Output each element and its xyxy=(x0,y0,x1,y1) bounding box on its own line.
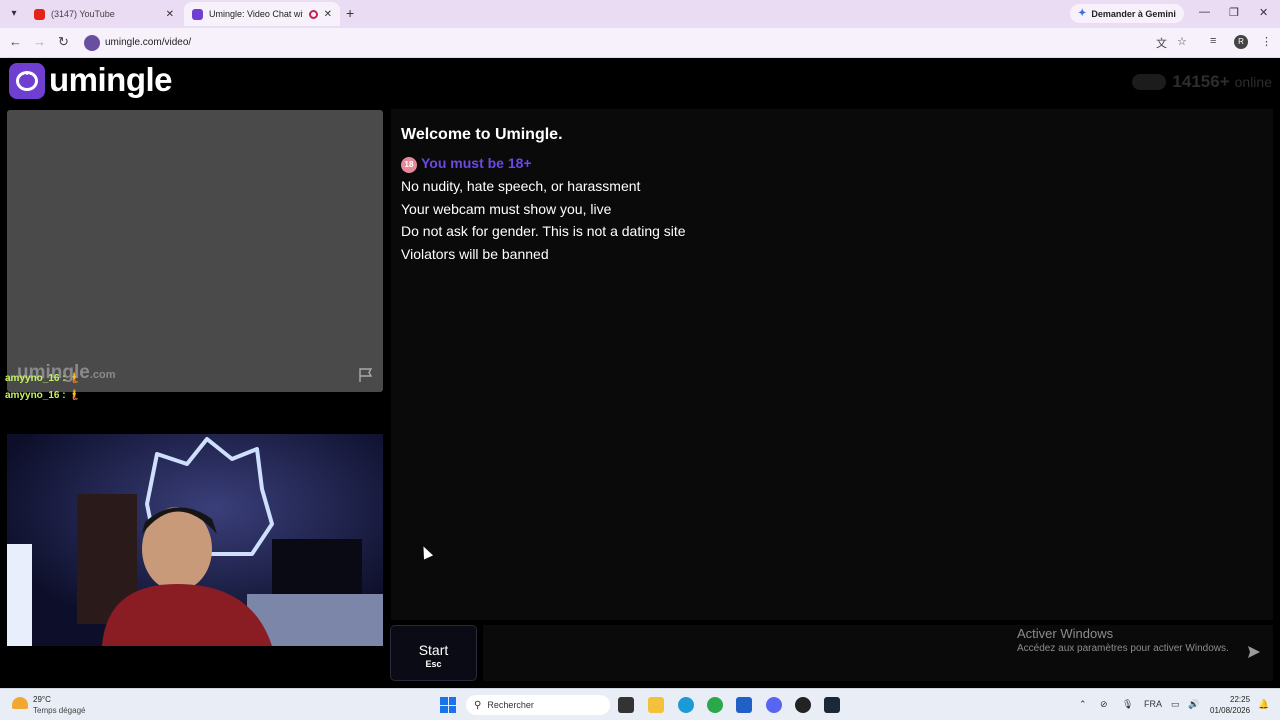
tab-youtube[interactable]: (3147) YouTube ✕ xyxy=(26,2,182,26)
windows-start-icon[interactable] xyxy=(440,697,456,713)
weather-icon[interactable] xyxy=(12,697,28,709)
tab-umingle[interactable]: Umingle: Video Chat with S ✕ xyxy=(184,2,340,26)
gemini-button[interactable]: ✦ Demander à Gemini xyxy=(1070,4,1184,23)
rule-item: Violators will be banned xyxy=(401,246,549,262)
logo-text[interactable]: umingle xyxy=(49,61,173,99)
umingle-logo-icon[interactable] xyxy=(9,63,45,99)
chrome-icon[interactable] xyxy=(707,697,723,713)
search-icon: ⚲ xyxy=(474,699,482,711)
webcam-feed-image xyxy=(7,434,383,646)
browser-menu-icon[interactable]: ⋮ xyxy=(1261,35,1272,48)
weather-description[interactable]: Temps dégagé xyxy=(33,706,85,715)
forward-arrow-icon[interactable]: → xyxy=(33,34,46,49)
task-view-icon[interactable] xyxy=(618,697,634,713)
close-tab-icon[interactable]: ✕ xyxy=(166,9,174,20)
umingle-page: umingle 14156+ online umingle.com amyyno… xyxy=(0,58,1280,688)
activation-title: Activer Windows xyxy=(1017,626,1114,641)
recording-indicator-icon xyxy=(308,9,318,19)
rule-item: Your webcam must show you, live xyxy=(401,201,612,217)
steam-icon[interactable] xyxy=(824,697,840,713)
edge-icon[interactable] xyxy=(678,697,694,713)
store-icon[interactable] xyxy=(736,697,752,713)
close-window-icon[interactable]: ✕ xyxy=(1259,6,1268,19)
chat-message: amyyno_16 : 🧜 xyxy=(5,390,81,401)
url-field[interactable]: umingle.com/video/ xyxy=(105,37,191,48)
chat-message: amyyno_16 : 🧜 xyxy=(5,373,81,384)
activation-subtitle: Accédez aux paramètres pour activer Wind… xyxy=(1017,643,1229,654)
send-icon[interactable] xyxy=(1247,645,1261,659)
gemini-label: Demander à Gemini xyxy=(1091,8,1176,19)
taskbar-search[interactable]: ⚲ Rechercher xyxy=(466,695,610,715)
search-placeholder: Rechercher xyxy=(487,700,534,710)
display-icon[interactable]: ▭ xyxy=(1171,699,1180,710)
translate-icon[interactable]: 文 xyxy=(1156,35,1167,51)
welcome-title: Welcome to Umingle. xyxy=(401,126,563,143)
start-label: Start xyxy=(418,642,449,658)
notification-bell-icon[interactable]: 🔔 xyxy=(1258,699,1269,710)
rule-item: No nudity, hate speech, or harassment xyxy=(401,178,641,194)
reload-icon[interactable]: ↻ xyxy=(58,34,69,50)
minimize-icon[interactable]: — xyxy=(1199,6,1210,18)
windows-taskbar: 29°C Temps dégagé ⚲ Rechercher ⌃ ⊘ 🎙 FRA… xyxy=(0,688,1280,720)
network-off-icon[interactable]: ⊘ xyxy=(1100,699,1108,710)
report-flag-icon[interactable] xyxy=(358,367,374,383)
umingle-favicon-icon xyxy=(192,8,203,20)
tab-search-chevron-icon[interactable]: ▾ xyxy=(6,6,22,22)
windows-activation-watermark: Activer Windows Accédez aux paramètres p… xyxy=(1017,626,1229,654)
online-label: online xyxy=(1234,74,1272,90)
profile-avatar[interactable]: R xyxy=(1234,35,1248,49)
online-count: 14156+ xyxy=(1172,72,1230,91)
site-info-icon[interactable] xyxy=(84,35,100,51)
obs-icon[interactable] xyxy=(795,697,811,713)
age-18-icon: 18 xyxy=(401,157,417,173)
tray-overflow-icon[interactable]: ⌃ xyxy=(1079,699,1087,710)
language-indicator[interactable]: FRA xyxy=(1144,699,1162,709)
start-button[interactable]: Start Esc xyxy=(390,625,477,681)
theme-toggle[interactable] xyxy=(1132,74,1167,90)
stranger-video: umingle.com xyxy=(7,110,383,392)
new-tab-button[interactable]: + xyxy=(346,5,354,21)
tab-title: Umingle: Video Chat with S xyxy=(209,9,303,19)
welcome-panel: Welcome to Umingle. 18 You must be 18+ No… xyxy=(391,109,1273,620)
start-shortcut-key: Esc xyxy=(425,659,442,669)
system-clock[interactable]: 22:25 01/08/2026 xyxy=(1210,694,1250,716)
media-control-icon[interactable]: ≡ xyxy=(1210,35,1216,47)
online-indicator: 14156+ online xyxy=(1132,72,1272,92)
chat-log: amyyno_16 : 🧜 amyyno_16 : 🧜 xyxy=(5,373,81,407)
bookmark-star-icon[interactable]: ☆ xyxy=(1177,35,1187,48)
browser-tab-bar: ▾ (3147) YouTube ✕ Umingle: Video Chat w… xyxy=(0,0,1280,28)
discord-icon[interactable] xyxy=(766,697,782,713)
address-bar: ← → ↻ umingle.com/video/ 文 ☆ ≡ ⋮ xyxy=(0,28,1280,58)
restore-icon[interactable]: ❐ xyxy=(1229,6,1239,19)
close-tab-icon[interactable]: ✕ xyxy=(324,9,332,20)
youtube-favicon-icon xyxy=(34,8,45,20)
tab-title: (3147) YouTube xyxy=(51,9,115,19)
age-requirement: 18 You must be 18+ xyxy=(401,155,532,173)
back-arrow-icon[interactable]: ← xyxy=(9,34,22,49)
rule-item: Do not ask for gender. This is not a dat… xyxy=(401,223,686,239)
gemini-sparkle-icon: ✦ xyxy=(1078,8,1087,19)
volume-icon[interactable]: 🔊 xyxy=(1188,699,1199,710)
temperature[interactable]: 29°C xyxy=(33,695,51,704)
self-webcam-video xyxy=(7,434,383,646)
file-explorer-icon[interactable] xyxy=(648,697,664,713)
microphone-icon[interactable]: 🎙 xyxy=(1122,699,1133,710)
